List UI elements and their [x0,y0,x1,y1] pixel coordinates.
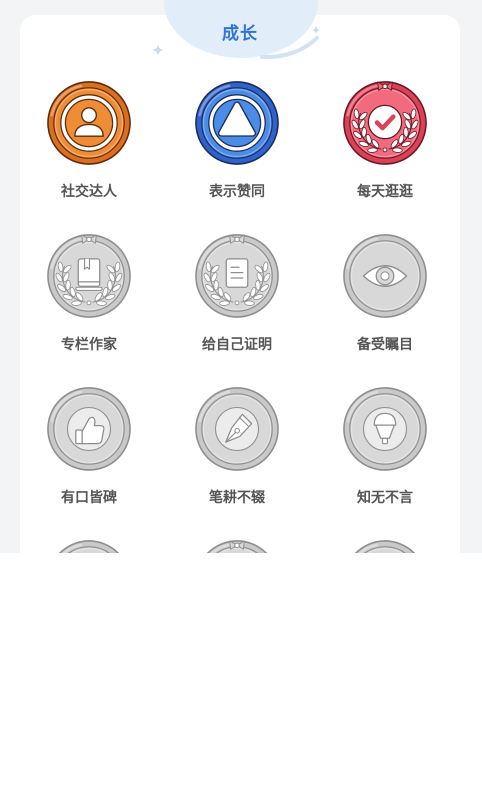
laurel-leaf [403,126,409,138]
laurel-leaf [255,279,261,291]
badge-emblem [46,539,132,553]
badge-item[interactable]: 知无不言 [311,386,459,539]
pen-hole [234,427,240,434]
section-title: 成长 [222,24,258,44]
badge-item[interactable] [163,539,311,553]
app-screen: 成长 社交达人 表示赞同 每天逛逛 专栏作家 给自己证明 备受瞩目 有口皆碑 笔… [0,0,482,553]
badge-label: 给自己证明 [202,337,272,353]
microphone-icon [362,406,408,452]
laurel-knot [234,300,240,306]
ribbon-knot [382,83,388,90]
book-bookmark [84,258,91,270]
badge-item[interactable]: 表示赞同 [163,80,311,233]
laurel-leaf [244,300,255,306]
badge-item[interactable]: 每天逛逛 [311,80,459,233]
badge-label: 表示赞同 [209,184,265,200]
badge-emblem [342,80,428,166]
badge-medal [195,387,279,471]
badge-item[interactable]: 有口皆碑 [15,386,163,539]
document-icon [225,258,249,288]
laurel-leaf [96,300,107,306]
badge-medal [47,234,131,318]
badge-label: 笔耕不辍 [209,490,265,506]
badge-medal [47,387,131,471]
badge-item[interactable]: 备受瞩目 [311,233,459,386]
badge-label: 备受瞩目 [357,337,413,353]
sparkle-icon [151,43,165,57]
badge-grid: 社交达人 表示赞同 每天逛逛 专栏作家 给自己证明 备受瞩目 有口皆碑 笔耕不辍… [15,80,459,553]
badge-item[interactable]: 专栏作家 [15,233,163,386]
laurel-leaf [361,126,367,138]
badge-emblem [194,80,280,166]
badge-item[interactable]: 笔耕不辍 [163,386,311,539]
laurel-leaf [392,147,403,153]
laurel-leaf [219,300,230,306]
eye-highlight [380,271,390,281]
badge-emblem [194,386,280,472]
badge-label: 有口皆碑 [61,490,117,506]
badge-emblem [46,80,132,166]
laurel-leaf [107,279,113,291]
badge-medal [354,540,416,553]
badge-medal [343,81,427,165]
mic-stem [381,437,389,445]
badge-emblem [342,386,428,472]
badge-item[interactable] [15,539,163,553]
badge-label: 专栏作家 [61,337,117,353]
badge-item[interactable]: 社交达人 [15,80,163,233]
person-head [80,107,98,124]
badge-medal [343,387,427,471]
sparkle-icon [311,25,321,35]
badge-emblem [342,539,428,553]
book-icon [75,258,103,291]
laurel-leaf [367,147,378,153]
laurel-leaf [213,279,219,291]
thumbs-up-icon [66,406,112,452]
book-stand [75,286,103,291]
laurel-leaf [65,279,71,291]
badge-medal [58,540,120,553]
laurel-knot [382,147,388,153]
badge-emblem [194,233,280,319]
badge-item[interactable] [311,539,459,553]
thumb-cuff [75,429,83,445]
badge-emblem [46,233,132,319]
badge-medal [47,81,131,165]
check-icon [367,104,403,140]
ribbon-knot [234,542,240,549]
pen-icon [214,406,260,452]
badge-emblem [194,539,280,553]
badge-emblem [46,386,132,472]
ribbon-knot [234,236,240,243]
badge-medal [343,234,427,318]
ribbon-knot [86,236,92,243]
badge-emblem [342,233,428,319]
laurel-knot [86,300,92,306]
badge-label: 知无不言 [357,490,413,506]
badge-label: 每天逛逛 [357,184,413,200]
badge-label: 社交达人 [61,184,117,200]
badge-medal [206,540,268,553]
mic-head [373,412,397,426]
badge-medal [195,81,279,165]
badge-item[interactable]: 给自己证明 [163,233,311,386]
badge-medal [195,234,279,318]
laurel-leaf [71,300,82,306]
check-disc [367,104,403,140]
